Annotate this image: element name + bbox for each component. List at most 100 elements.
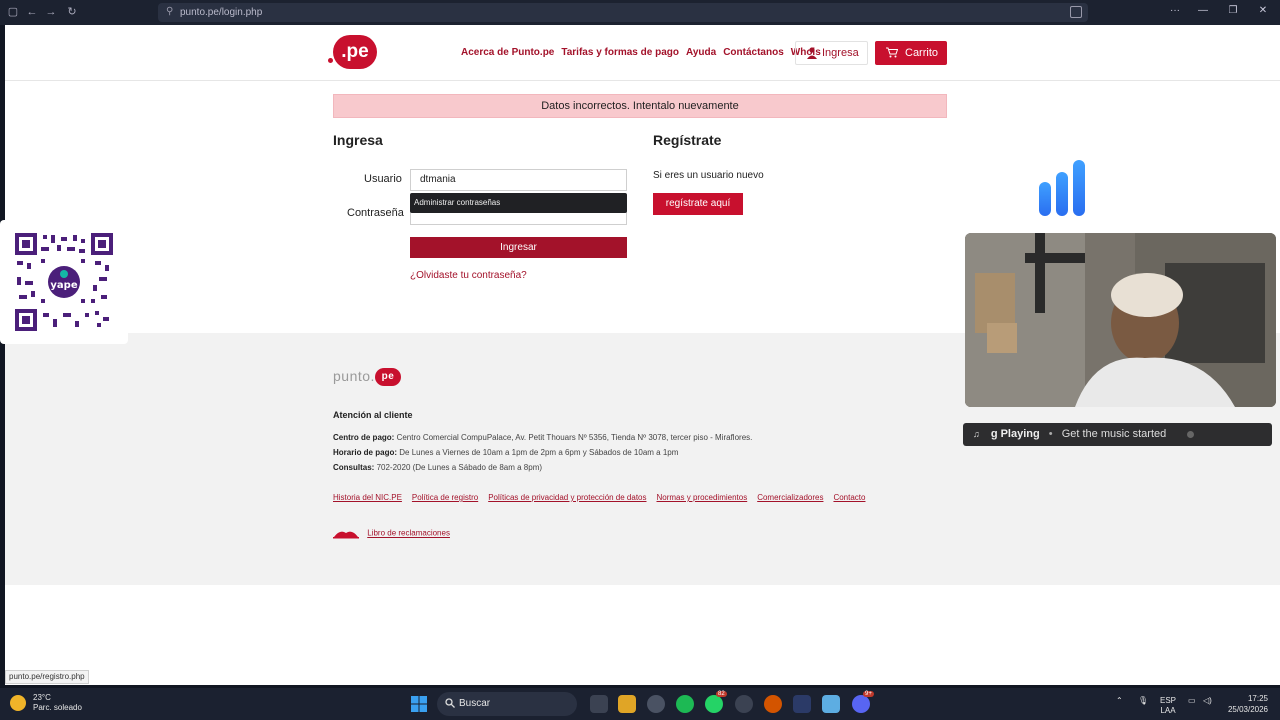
libro-label: Libro de reclamaciones xyxy=(367,528,450,538)
file-explorer-icon[interactable] xyxy=(618,695,636,713)
address-url[interactable]: punto.pe/login.php xyxy=(180,7,262,18)
webcam-overlay xyxy=(965,233,1276,407)
login-title: Ingresa xyxy=(333,132,383,148)
whatsapp-icon[interactable] xyxy=(705,695,723,713)
microphone-icon[interactable]: 🎙 xyxy=(1138,696,1148,706)
footer-link-comercializadores[interactable]: Comercializadores xyxy=(757,493,823,502)
main-nav: Acerca de Punto.pe Tarifas y formas de p… xyxy=(461,47,828,58)
status-url: punto.pe/registro.php xyxy=(5,670,89,684)
music-status-dot xyxy=(1187,431,1194,438)
back-icon[interactable]: ← xyxy=(25,5,39,19)
clock-date: 25/03/2026 xyxy=(1227,705,1268,714)
display-icon[interactable]: ▭ xyxy=(1188,696,1196,706)
notepad-icon[interactable] xyxy=(822,695,840,713)
close-icon[interactable]: ✕ xyxy=(1248,5,1278,16)
minimize-icon[interactable]: — xyxy=(1188,5,1218,16)
footer-link-contacto[interactable]: Contacto xyxy=(833,493,865,502)
app-icon-sun[interactable] xyxy=(764,695,782,713)
spotify-icon[interactable] xyxy=(676,695,694,713)
language-indicator[interactable]: ESP LAA xyxy=(1160,696,1176,716)
weather-desc: Parc. soleado xyxy=(33,703,82,712)
nav-ayuda[interactable]: Ayuda xyxy=(686,47,716,58)
footer-centro: Centro de pago: Centro Comercial CompuPa… xyxy=(333,433,752,442)
taskbar: 23°C Parc. soleado Buscar 82 9+ ⌃ 🎙 ESP … xyxy=(0,688,1280,720)
weather-temp: 23°C xyxy=(33,693,51,702)
app-icon-sync[interactable] xyxy=(735,695,753,713)
nav-tarifas[interactable]: Tarifas y formas de pago xyxy=(561,47,679,58)
forgot-password-link[interactable]: ¿Olvidaste tu contraseña? xyxy=(410,270,527,281)
logo-dot xyxy=(328,58,333,63)
weather-sun-icon xyxy=(10,695,26,711)
reader-icon[interactable] xyxy=(1070,6,1082,18)
discord-icon[interactable] xyxy=(852,695,870,713)
footer-logo-pe: pe xyxy=(374,368,401,387)
register-subtitle: Si eres un usuario nuevo xyxy=(653,170,764,181)
footer-link-historia[interactable]: Historia del NIC.PE xyxy=(333,493,402,502)
password-label: Contraseña xyxy=(347,207,404,219)
sidebar-toggle-icon[interactable]: ▢ xyxy=(6,5,20,19)
task-view-icon[interactable] xyxy=(590,695,608,713)
tray-chevron-icon[interactable]: ⌃ xyxy=(1116,696,1123,706)
cart-icon xyxy=(886,47,898,58)
cart-button[interactable]: Carrito xyxy=(875,41,947,65)
windows-start-icon[interactable] xyxy=(411,696,427,712)
footer-centro-value: Centro Comercial CompuPalace, Av. Petit … xyxy=(396,433,753,442)
site-info-icon[interactable]: ⚲ xyxy=(166,6,173,17)
footer-consultas: Consultas: 702-2020 (De Lunes a Sábado d… xyxy=(333,463,542,472)
qr-code: yape xyxy=(15,233,113,331)
app-icon-a[interactable] xyxy=(793,695,811,713)
music-separator: • xyxy=(1048,428,1053,440)
footer-link-politica-registro[interactable]: Política de registro xyxy=(412,493,478,502)
clock-time: 17:25 xyxy=(1247,694,1268,703)
volume-icon[interactable]: ◁) xyxy=(1203,696,1212,706)
login-button[interactable]: Ingresa xyxy=(795,41,868,65)
webcam-feed-image xyxy=(965,233,1276,407)
music-now-playing: g Playing xyxy=(990,428,1040,440)
audio-bars-icon xyxy=(1039,160,1085,216)
reload-icon[interactable]: ↻ xyxy=(65,5,79,19)
register-button[interactable]: regístrate aquí xyxy=(653,193,743,215)
taskbar-clock[interactable]: 17:25 25/03/2026 xyxy=(1228,693,1268,715)
maximize-icon[interactable]: ❐ xyxy=(1218,5,1248,16)
site-header: .pe Acerca de Punto.pe Tarifas y formas … xyxy=(5,25,1280,81)
more-icon[interactable]: ··· xyxy=(1160,5,1190,16)
footer-consultas-label: Consultas: xyxy=(333,463,375,472)
whatsapp-badge: 82 xyxy=(716,691,727,697)
footer-centro-label: Centro de pago: xyxy=(333,433,395,442)
user-label: Usuario xyxy=(364,173,402,185)
footer-horario: Horario de pago: De Lunes a Viernes de 1… xyxy=(333,448,678,457)
error-alert: Datos incorrectos. Intentalo nuevamente xyxy=(333,94,947,118)
login-button-label: Ingresa xyxy=(822,47,859,59)
footer-horario-value: De Lunes a Viernes de 10am a 1pm de 2pm … xyxy=(399,448,679,457)
footer-horario-label: Horario de pago: xyxy=(333,448,398,457)
browser-icon[interactable] xyxy=(647,695,665,713)
qr-logo-text: yape xyxy=(50,280,77,291)
search-icon xyxy=(445,698,455,708)
user-icon xyxy=(807,47,817,59)
footer-consultas-value: 702-2020 (De Lunes a Sábado de 8am a 8pm… xyxy=(376,463,543,472)
taskbar-search[interactable]: Buscar xyxy=(437,692,577,716)
register-title: Regístrate xyxy=(653,132,722,148)
address-bar[interactable]: ⚲ punto.pe/login.php xyxy=(158,3,1088,22)
submit-button[interactable]: Ingresar xyxy=(410,237,627,258)
footer-logo[interactable]: punto. pe xyxy=(333,368,401,387)
footer-links: Historia del NIC.PE Política de registro… xyxy=(333,493,875,502)
site-logo[interactable]: .pe xyxy=(333,35,377,69)
music-note-icon: ♫ xyxy=(973,429,980,439)
search-label: Buscar xyxy=(459,698,491,709)
footer-logo-text: punto. xyxy=(333,368,375,384)
footer-link-normas[interactable]: Normas y procedimientos xyxy=(657,493,748,502)
discord-badge: 9+ xyxy=(863,691,874,697)
footer-link-privacidad[interactable]: Políticas de privacidad y protección de … xyxy=(488,493,646,502)
cart-button-label: Carrito xyxy=(905,47,939,59)
nav-contactanos[interactable]: Contáctanos xyxy=(723,47,784,58)
music-widget[interactable]: ♫ g Playing • Get the music started xyxy=(963,423,1272,446)
footer-atencion: Atención al cliente xyxy=(333,410,413,420)
language-code: ESP xyxy=(1160,696,1177,705)
forward-icon[interactable]: → xyxy=(44,5,58,19)
nav-acerca[interactable]: Acerca de Punto.pe xyxy=(461,47,554,58)
libro-reclamaciones-link[interactable]: Libro de reclamaciones xyxy=(333,528,450,539)
user-input[interactable]: dtmania xyxy=(410,169,627,191)
autofill-popup[interactable]: Administrar contraseñas xyxy=(410,193,627,213)
book-icon xyxy=(333,531,359,539)
